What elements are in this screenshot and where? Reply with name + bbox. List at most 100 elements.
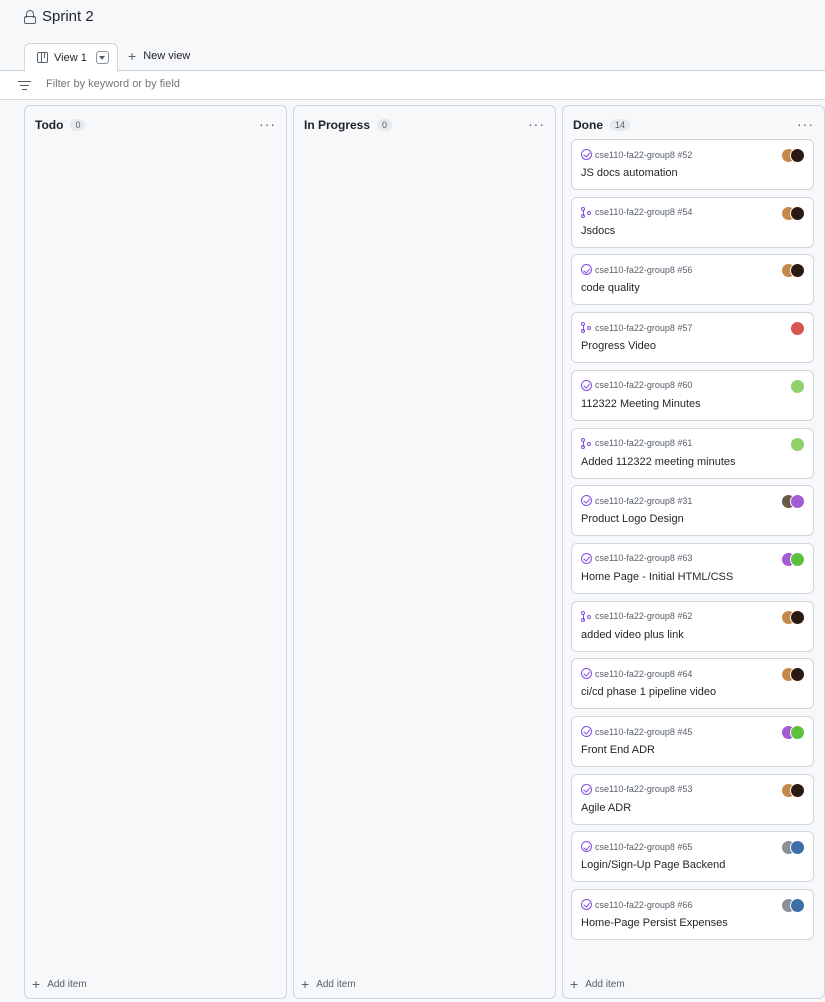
avatar[interactable]: [790, 898, 805, 914]
card-repo-ref[interactable]: cse110-fa22-group8 #65: [595, 842, 692, 852]
card-repo-ref[interactable]: cse110-fa22-group8 #62: [595, 611, 692, 621]
avatar[interactable]: [790, 725, 805, 740]
assignee-avatars[interactable]: [781, 436, 805, 452]
card-repo-ref[interactable]: cse110-fa22-group8 #63: [595, 553, 692, 563]
card-title[interactable]: JS docs automation: [581, 167, 678, 179]
issue-closed-icon: [581, 726, 592, 737]
avatar[interactable]: [790, 378, 805, 394]
issue-card[interactable]: cse110-fa22-group8 #56 code quality: [571, 254, 814, 306]
issue-closed-icon: [581, 899, 592, 911]
issue-closed-icon: [581, 379, 592, 391]
issue-card[interactable]: cse110-fa22-group8 #52 JS docs automation: [571, 139, 814, 190]
card-title[interactable]: Product Logo Design: [581, 513, 684, 525]
card-title[interactable]: Home Page - Initial HTML/CSS: [581, 571, 733, 583]
card-title[interactable]: Front End ADR: [581, 744, 655, 756]
issue-card[interactable]: cse110-fa22-group8 #63 Home Page - Initia…: [571, 542, 814, 594]
column-count: 0: [70, 119, 86, 131]
assignee-avatars[interactable]: [781, 205, 805, 221]
new-view-button[interactable]: + New view: [128, 48, 190, 64]
assignee-avatars[interactable]: [781, 321, 805, 337]
avatar[interactable]: [790, 205, 805, 221]
card-repo-ref[interactable]: cse110-fa22-group8 #53: [595, 784, 692, 794]
add-item-button[interactable]: + Add item: [301, 977, 356, 991]
card-repo-ref[interactable]: cse110-fa22-group8 #64: [595, 669, 692, 679]
avatar[interactable]: [790, 148, 805, 163]
card-meta: cse110-fa22-group8 #31: [581, 495, 692, 507]
assignee-avatars[interactable]: [781, 782, 805, 798]
filter-icon[interactable]: [18, 81, 31, 91]
card-repo-ref[interactable]: cse110-fa22-group8 #31: [595, 496, 692, 506]
issue-card[interactable]: cse110-fa22-group8 #65 Login/Sign-Up Page…: [571, 831, 814, 883]
assignee-avatars[interactable]: [781, 609, 805, 625]
plus-icon: +: [128, 48, 137, 64]
lock-icon: [24, 9, 36, 24]
column-in-progress: In Progress 0 ··· + Add item: [293, 105, 556, 999]
avatar[interactable]: [790, 551, 805, 567]
assignee-avatars[interactable]: [781, 725, 805, 740]
card-repo-ref[interactable]: cse110-fa22-group8 #56: [595, 265, 692, 275]
column-title: Todo: [35, 118, 64, 132]
more-options-icon[interactable]: ···: [797, 116, 814, 132]
assignee-avatars[interactable]: [781, 148, 805, 163]
column-todo: Todo 0 ··· + Add item: [24, 105, 287, 999]
card-title[interactable]: Progress Video: [581, 340, 656, 352]
add-item-button[interactable]: + Add item: [32, 977, 87, 991]
assignee-avatars[interactable]: [781, 840, 805, 856]
assignee-avatars[interactable]: [781, 378, 805, 394]
assignee-avatars[interactable]: [781, 667, 805, 683]
issue-card[interactable]: cse110-fa22-group8 #64 ci/cd phase 1 pipe…: [571, 658, 814, 710]
issue-closed-icon: [581, 264, 592, 276]
issue-card[interactable]: cse110-fa22-group8 #31 Product Logo Desig…: [571, 485, 814, 537]
card-meta: cse110-fa22-group8 #45: [581, 726, 692, 737]
card-repo-ref[interactable]: cse110-fa22-group8 #54: [595, 207, 692, 217]
card-title[interactable]: Jsdocs: [581, 225, 615, 237]
more-options-icon[interactable]: ···: [259, 116, 276, 132]
card-title[interactable]: 112322 Meeting Minutes: [581, 398, 701, 410]
issue-card[interactable]: cse110-fa22-group8 #45 Front End ADR: [571, 716, 814, 767]
card-repo-ref[interactable]: cse110-fa22-group8 #57: [595, 323, 692, 333]
avatar[interactable]: [790, 263, 805, 279]
card-repo-ref[interactable]: cse110-fa22-group8 #61: [595, 438, 692, 448]
avatar[interactable]: [790, 436, 805, 452]
avatar[interactable]: [790, 321, 805, 337]
assignee-avatars[interactable]: [781, 551, 805, 567]
issue-card[interactable]: cse110-fa22-group8 #57 Progress Video: [571, 312, 814, 364]
issue-card[interactable]: cse110-fa22-group8 #53 Agile ADR: [571, 773, 814, 825]
card-title[interactable]: ci/cd phase 1 pipeline video: [581, 686, 716, 698]
add-item-button[interactable]: + Add item: [570, 976, 625, 992]
issue-card[interactable]: cse110-fa22-group8 #61 Added 112322 meeti…: [571, 427, 814, 479]
issue-closed-icon: [581, 841, 592, 853]
issue-closed-icon: [581, 149, 592, 160]
card-title[interactable]: Agile ADR: [581, 802, 631, 814]
avatar[interactable]: [790, 782, 805, 798]
issue-card[interactable]: cse110-fa22-group8 #62 added video plus l…: [571, 600, 814, 652]
card-repo-ref[interactable]: cse110-fa22-group8 #60: [595, 380, 692, 390]
more-options-icon[interactable]: ···: [528, 116, 545, 132]
avatar[interactable]: [790, 494, 805, 510]
card-title[interactable]: code quality: [581, 282, 640, 294]
issue-closed-icon: [581, 668, 592, 680]
column-header: Done 14: [573, 118, 631, 132]
assignee-avatars[interactable]: [781, 898, 805, 914]
tab-view-1[interactable]: View 1: [24, 43, 118, 72]
avatar[interactable]: [790, 609, 805, 625]
issue-card[interactable]: cse110-fa22-group8 #60 112322 Meeting Min…: [571, 369, 814, 421]
avatar[interactable]: [790, 840, 805, 856]
assignee-avatars[interactable]: [781, 263, 805, 279]
filter-input[interactable]: [46, 78, 346, 90]
plus-icon: +: [570, 976, 579, 992]
filter-bar: [0, 72, 825, 100]
card-title[interactable]: Added 112322 meeting minutes: [581, 456, 736, 468]
card-title[interactable]: added video plus link: [581, 629, 684, 641]
card-meta: cse110-fa22-group8 #60: [581, 379, 692, 391]
avatar[interactable]: [790, 667, 805, 683]
issue-card[interactable]: cse110-fa22-group8 #66 Home-Page Persist …: [571, 889, 814, 941]
assignee-avatars[interactable]: [781, 494, 805, 510]
card-repo-ref[interactable]: cse110-fa22-group8 #66: [595, 900, 692, 910]
card-repo-ref[interactable]: cse110-fa22-group8 #45: [595, 727, 692, 737]
card-repo-ref[interactable]: cse110-fa22-group8 #52: [595, 150, 692, 160]
card-title[interactable]: Login/Sign-Up Page Backend: [581, 859, 725, 871]
card-title[interactable]: Home-Page Persist Expenses: [581, 917, 728, 929]
chevron-down-icon[interactable]: [95, 51, 109, 64]
issue-card[interactable]: cse110-fa22-group8 #54 Jsdocs: [571, 196, 814, 248]
